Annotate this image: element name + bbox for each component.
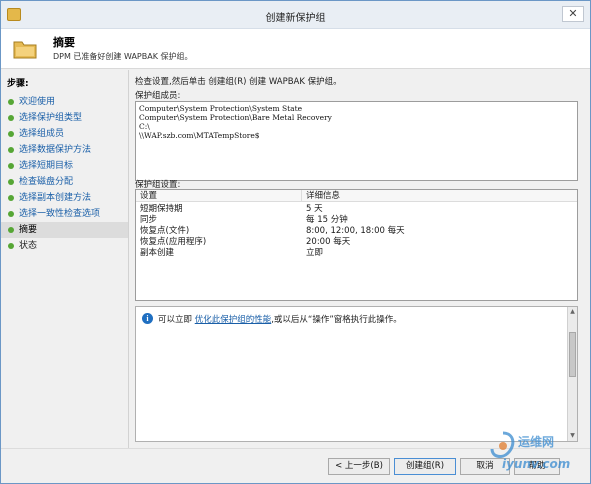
title-bar[interactable]: 创建新保护组 ✕ <box>1 1 590 29</box>
table-row: 同步 每 15 分钟 <box>136 215 577 226</box>
step-disk-allocation[interactable]: 检查磁盘分配 <box>1 174 128 190</box>
setting-cell: 恢复点(文件) <box>140 226 190 236</box>
site-watermark: 运维网 iyunv.com <box>488 431 586 481</box>
info-text: 可以立即 优化此保护组的性能,或以后从“操作”窗格执行此操作。 <box>158 313 402 325</box>
detail-cell: 20:00 每天 <box>306 237 351 247</box>
scroll-thumb[interactable] <box>569 332 576 377</box>
member-item: Computer\System Protection\Bare Metal Re… <box>139 113 332 122</box>
info-prefix: 可以立即 <box>158 315 193 325</box>
step-dot-icon <box>8 131 14 137</box>
info-scrollbar[interactable]: ▲ ▼ <box>567 307 577 441</box>
instruction-text: 检查设置,然后单击 创建组(R) 创建 WAPBAK 保护组。 <box>135 77 342 87</box>
step-select-protection-method[interactable]: 选择数据保护方法 <box>1 142 128 158</box>
step-select-members[interactable]: 选择组成员 <box>1 126 128 142</box>
step-label: 选择短期目标 <box>19 161 74 171</box>
step-dot-icon <box>8 147 14 153</box>
close-button[interactable]: ✕ <box>562 6 584 22</box>
page-description: DPM 已准备好创建 WAPBAK 保护组。 <box>53 52 193 61</box>
create-group-button[interactable]: 创建组(R) <box>394 458 456 475</box>
watermark-url: iyunv.com <box>502 457 571 471</box>
create-protection-group-window: 创建新保护组 ✕ 摘要 DPM 已准备好创建 WAPBAK 保护组。 步骤: 欢… <box>0 0 591 484</box>
step-label: 检查磁盘分配 <box>19 177 74 187</box>
detail-cell: 8:00, 12:00, 18:00 每天 <box>306 226 405 236</box>
back-button[interactable]: < 上一步(B) <box>328 458 390 475</box>
setting-cell: 恢复点(应用程序) <box>140 237 207 247</box>
table-row: 恢复点(应用程序) 20:00 每天 <box>136 237 577 248</box>
members-list[interactable]: Computer\System Protection\System State … <box>135 101 578 181</box>
wizard-steps-sidebar: 步骤: 欢迎使用 选择保护组类型 选择组成员 选择数据保护方法 选择短期目标 检… <box>1 70 129 448</box>
step-dot-icon <box>8 211 14 217</box>
setting-cell: 同步 <box>140 215 158 225</box>
folder-icon <box>13 41 37 59</box>
step-status: 状态 <box>1 238 128 254</box>
column-header-setting[interactable]: 设置 <box>136 190 302 202</box>
members-label: 保护组成员: <box>135 91 181 101</box>
watermark-text: 运维网 <box>518 435 555 449</box>
step-short-term-goals[interactable]: 选择短期目标 <box>1 158 128 174</box>
info-suffix: ,或以后从“操作”窗格执行此操作。 <box>271 315 402 325</box>
step-label: 状态 <box>19 241 38 251</box>
detail-cell: 立即 <box>306 248 324 258</box>
step-consistency-check[interactable]: 选择一致性检查选项 <box>1 206 128 222</box>
wizard-header: 摘要 DPM 已准备好创建 WAPBAK 保护组。 <box>1 29 590 69</box>
step-label: 选择副本创建方法 <box>19 193 92 203</box>
step-dot-icon <box>8 163 14 169</box>
step-label: 选择数据保护方法 <box>19 145 92 155</box>
table-row: 副本创建 立即 <box>136 248 577 259</box>
step-label: 选择保护组类型 <box>19 113 83 123</box>
member-item: \\WAP.szb.com\MTATempStore$ <box>139 131 260 140</box>
detail-cell: 每 15 分钟 <box>306 215 348 225</box>
column-header-detail[interactable]: 详细信息 <box>302 190 577 202</box>
step-dot-icon <box>8 115 14 121</box>
info-icon: i <box>142 313 153 324</box>
settings-table[interactable]: 设置 详细信息 短期保持期 5 天 同步 每 15 分钟 恢复点(文件) 8:0… <box>135 189 578 301</box>
step-label: 选择一致性检查选项 <box>19 209 101 219</box>
window-title: 创建新保护组 <box>265 13 326 24</box>
step-dot-icon <box>8 179 14 185</box>
step-welcome[interactable]: 欢迎使用 <box>1 94 128 110</box>
step-dot-icon <box>8 99 14 105</box>
member-item: C:\ <box>139 122 150 131</box>
info-panel: i 可以立即 优化此保护组的性能,或以后从“操作”窗格执行此操作。 ▲ ▼ <box>135 306 578 442</box>
member-item: Computer\System Protection\System State <box>139 104 303 113</box>
page-title: 摘要 <box>53 36 75 49</box>
step-replica-creation[interactable]: 选择副本创建方法 <box>1 190 128 206</box>
setting-cell: 短期保持期 <box>140 204 183 214</box>
step-label: 选择组成员 <box>19 129 65 139</box>
setting-cell: 副本创建 <box>140 248 175 258</box>
step-dot-icon <box>8 243 14 249</box>
summary-content: 检查设置,然后单击 创建组(R) 创建 WAPBAK 保护组。 保护组成员: C… <box>131 70 589 448</box>
step-summary[interactable]: 摘要 <box>1 222 128 238</box>
step-label: 欢迎使用 <box>19 97 56 107</box>
table-row: 恢复点(文件) 8:00, 12:00, 18:00 每天 <box>136 226 577 237</box>
step-dot-icon <box>8 227 14 233</box>
steps-heading: 步骤: <box>7 79 29 89</box>
optimize-performance-link[interactable]: 优化此保护组的性能 <box>195 315 272 325</box>
step-dot-icon <box>8 195 14 201</box>
step-label: 摘要 <box>19 225 38 235</box>
detail-cell: 5 天 <box>306 204 323 214</box>
step-select-group-type[interactable]: 选择保护组类型 <box>1 110 128 126</box>
table-row: 短期保持期 5 天 <box>136 204 577 215</box>
scroll-up-icon[interactable]: ▲ <box>568 307 577 317</box>
